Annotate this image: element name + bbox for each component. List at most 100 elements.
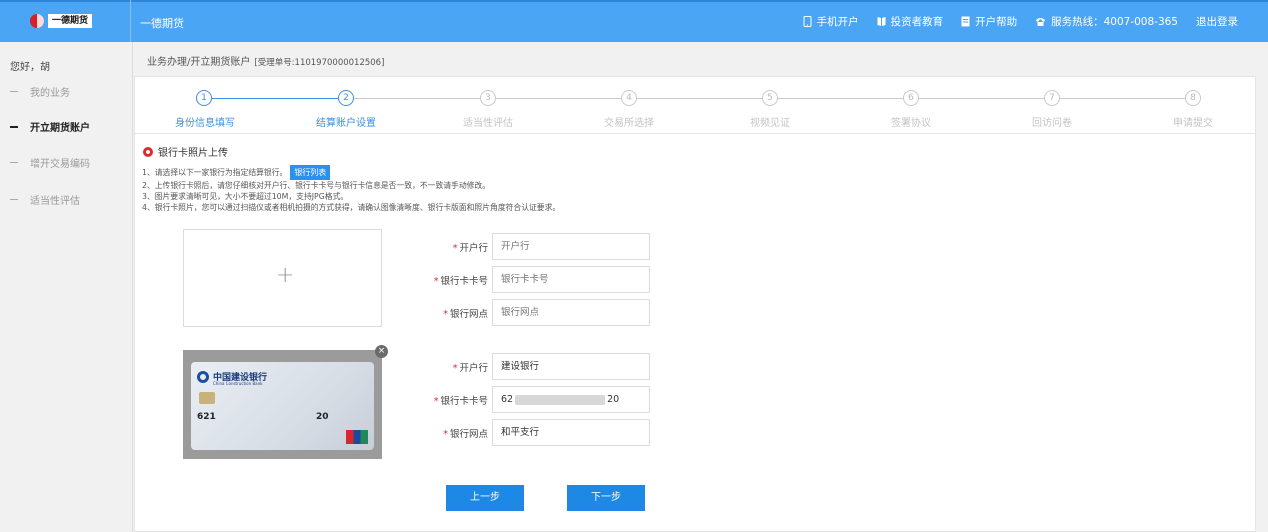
step-connector-6 <box>918 98 1050 99</box>
form2-bank-input[interactable]: 建设银行 <box>492 353 650 380</box>
step-3-circle: 3 <box>480 90 496 106</box>
sidebar-item-my-business[interactable]: 我的业务 <box>10 84 70 99</box>
step-connector-5 <box>777 98 909 99</box>
nav-investor-education[interactable]: 投资者教育 <box>877 14 944 29</box>
form1-card-number-input[interactable] <box>492 266 650 293</box>
header-divider <box>130 0 131 42</box>
telephone-icon <box>1036 18 1046 26</box>
step-8-circle: 8 <box>1185 90 1201 106</box>
sidebar-item-label: 适当性评估 <box>30 196 80 207</box>
top-header: 一德期货 一德期货 手机开户 投资者教育 开户帮助 服务热线：4007-008-… <box>0 0 1268 42</box>
form2-branch-label: * 银行网点 <box>443 429 488 440</box>
form1-branch-input[interactable] <box>492 299 650 326</box>
step-connector-1 <box>210 98 346 99</box>
step-connector-7 <box>1059 98 1191 99</box>
sidebar-item-label: 开立期货账户 <box>30 123 90 134</box>
step-connector-2 <box>353 98 489 99</box>
logo-mark-icon <box>30 14 44 28</box>
form2-card-number-input[interactable]: 62 20 <box>492 386 650 413</box>
plus-icon: + <box>276 263 295 288</box>
form2-branch-row: * 银行网点 和平支行 <box>425 419 650 446</box>
breadcrumb: 业务办理/开立期货账户 [受理单号:1101970000012506] <box>147 53 384 68</box>
red-ring-icon <box>143 146 153 157</box>
step-2-label: 结算账户设置 <box>316 118 376 129</box>
step-4-label: 交易所选择 <box>604 118 654 129</box>
nav-mobile-label: 手机开户 <box>816 16 859 28</box>
nav-help-label: 开户帮助 <box>975 16 1018 28</box>
remove-photo-close-icon[interactable]: × <box>375 345 388 358</box>
nav-mobile-account[interactable]: 手机开户 <box>803 14 859 29</box>
unionpay-logo-icon <box>346 430 368 444</box>
nav-account-help[interactable]: 开户帮助 <box>961 14 1017 29</box>
step-connector-4 <box>636 98 768 99</box>
form1-card-row: * 银行卡卡号 <box>425 266 650 293</box>
logout-link[interactable]: 退出登录 <box>1196 14 1238 29</box>
nav-hotline: 服务热线：4007-008-365 <box>1035 14 1178 29</box>
next-step-button[interactable]: 下一步 <box>567 485 645 511</box>
step-1-circle: 1 <box>196 90 212 106</box>
form1-card-label: * 银行卡卡号 <box>433 276 488 287</box>
step-6-label: 签署协议 <box>891 118 931 129</box>
step-connector-3 <box>496 98 628 99</box>
form1-bank-row: * 开户行 <box>425 233 650 260</box>
redacted-digits <box>515 394 606 405</box>
sidebar-item-add-trading-code[interactable]: 增开交易编码 <box>10 155 90 170</box>
brand-name: 一德期货 <box>140 17 184 30</box>
step-6-circle: 6 <box>903 90 919 106</box>
logo-text: 一德期货 <box>48 14 93 28</box>
form2-card-label: * 银行卡卡号 <box>433 396 488 407</box>
logout-label: 退出登录 <box>1196 16 1238 28</box>
instruction-2: 2、上传银行卡照后，请您仔细核对开户行、银行卡卡号与银行卡信息是否一致，不一致请… <box>142 181 491 190</box>
step-2-circle: 2 <box>338 90 354 106</box>
uploaded-card-photo: 中国建设银行 China Construction Bank 621 20 <box>183 350 382 459</box>
step-8-label: 申请提交 <box>1173 118 1213 129</box>
step-7-circle: 7 <box>1044 90 1060 106</box>
form2-bank-row: * 开户行 建设银行 <box>425 353 650 380</box>
bank-card: 中国建设银行 China Construction Bank 621 20 <box>191 362 374 450</box>
sidebar-item-suitability-assessment[interactable]: 适当性评估 <box>10 192 80 207</box>
company-logo[interactable]: 一德期货 <box>30 12 93 30</box>
card-number-start: 621 <box>197 412 216 422</box>
card-bank-en: China Construction Bank <box>213 381 263 386</box>
sidebar-item-label: 增开交易编码 <box>30 159 90 170</box>
document-icon <box>961 16 970 27</box>
sidebar-item-label: 我的业务 <box>30 88 70 99</box>
form1-branch-label: * 银行网点 <box>443 309 488 320</box>
sidebar-item-open-futures-account[interactable]: 开立期货账户 <box>10 119 90 134</box>
nav-hotline-label: 服务热线：4007-008-365 <box>1051 16 1178 28</box>
step-1-label: 身份信息填写 <box>175 118 235 129</box>
instruction-3: 3、图片要求清晰可见，大小不要超过10M，支持JPG格式。 <box>142 192 349 201</box>
form1-bank-label: * 开户行 <box>452 243 488 254</box>
sidebar: 您好，胡 我的业务 开立期货账户 增开交易编码 适当性评估 <box>0 42 133 532</box>
dash-icon <box>10 91 18 92</box>
book-icon <box>877 17 886 26</box>
form2-branch-input[interactable]: 和平支行 <box>492 419 650 446</box>
dash-icon <box>10 199 18 200</box>
breadcrumb-path: 业务办理/开立期货账户 <box>147 57 251 68</box>
step-7-label: 回访问卷 <box>1032 118 1072 129</box>
form1-branch-row: * 银行网点 <box>425 299 650 326</box>
steps-divider <box>135 133 1255 134</box>
step-4-circle: 4 <box>621 90 637 106</box>
instruction-1: 1、请选择以下一家银行为指定结算银行。 银行列表 <box>142 165 560 180</box>
nav-education-label: 投资者教育 <box>890 16 944 28</box>
step-5-circle: 5 <box>762 90 778 106</box>
section-title: 银行卡照片上传 <box>143 144 228 159</box>
phone-icon <box>803 16 812 27</box>
dash-icon <box>10 125 18 128</box>
step-5-label: 视频见证 <box>750 118 790 129</box>
prev-step-button[interactable]: 上一步 <box>446 485 524 511</box>
dash-icon <box>10 162 18 163</box>
form1-bank-input[interactable] <box>492 233 650 260</box>
user-greeting: 您好，胡 <box>10 62 50 73</box>
application-number: [受理单号:1101970000012506] <box>254 58 385 68</box>
header-top-strip <box>0 0 1268 2</box>
form2-card-row: * 银行卡卡号 62 20 <box>425 386 650 413</box>
card-chip-icon <box>199 392 215 404</box>
form2-bank-label: * 开户行 <box>452 363 488 374</box>
header-nav: 手机开户 投资者教育 开户帮助 服务热线：4007-008-365 退出登录 <box>803 14 1238 29</box>
bank-list-button[interactable]: 银行列表 <box>290 165 331 180</box>
instruction-4: 4、银行卡照片，您可以通过扫描仪或者相机拍摄的方式获得，请确认图像清晰度、银行卡… <box>142 203 561 212</box>
card-photo-upload-area[interactable]: + <box>183 229 382 327</box>
step-3-label: 适当性评估 <box>463 118 513 129</box>
